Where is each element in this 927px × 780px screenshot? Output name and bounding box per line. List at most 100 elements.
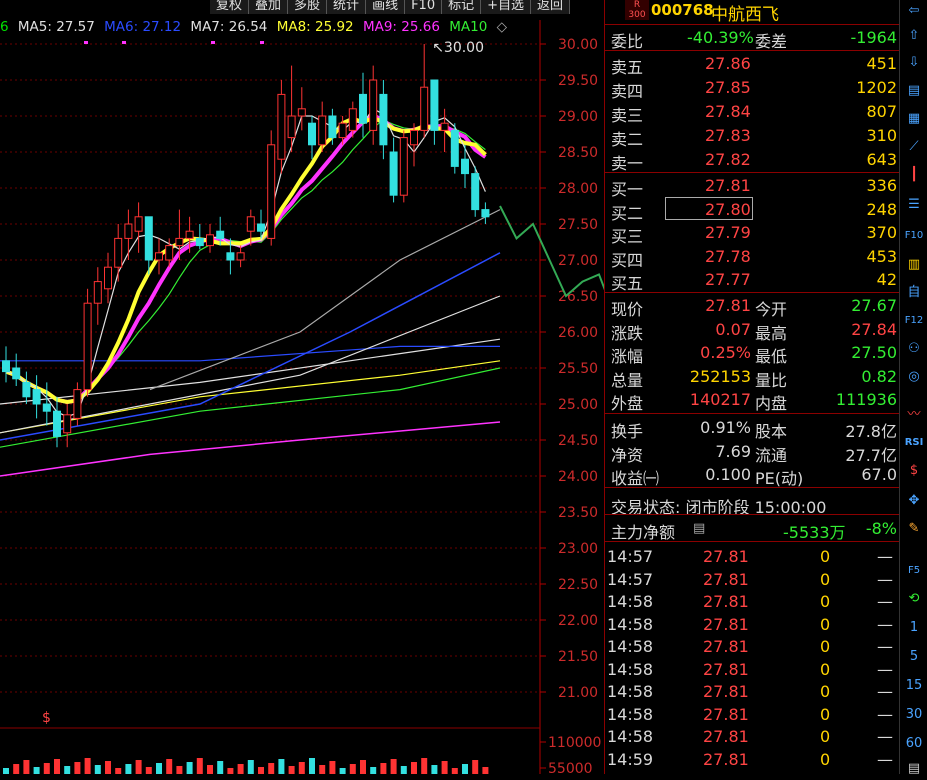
overlay-button[interactable]: 叠加 [249,0,289,14]
candle-body [144,216,153,261]
volume-bar [237,764,244,774]
news-icon[interactable]: ▥ [903,254,925,276]
period-30[interactable]: 30 [900,707,927,722]
tick-volume: 0 [820,727,831,746]
statistics-button[interactable]: 统计 [327,0,367,14]
volume-bar [431,765,438,774]
candle-body [32,389,41,405]
candle-body [206,234,214,247]
tick-time: 14:58 [607,614,654,634]
diamond-icon[interactable]: ◇ [497,19,507,35]
stat-label: 股本 [755,422,788,441]
volume-bar [390,759,397,774]
candle-body [195,237,204,247]
add-watchlist-button[interactable]: +自选 [481,0,532,14]
wave-icon[interactable]: ⚇ [903,338,925,360]
draw-line-button[interactable]: 画线 [366,0,406,14]
tick-direction: — [877,682,893,701]
candle-body [236,252,245,261]
tick-direction: — [877,749,893,769]
list-icon[interactable]: ▤ [693,521,705,536]
tick-time: 14:57 [607,569,654,589]
buy-level-label: 买二 [611,203,644,223]
volume-bar [339,768,346,774]
tick-price: 27.81 [703,682,749,701]
tick-price: 27.81 [703,637,749,656]
tick-price: 27.81 [703,704,749,724]
list-icon[interactable]: ☰ [903,194,925,216]
candle-body [389,151,398,196]
arrow-up-icon[interactable]: ⇧ [903,25,925,47]
tick-time: 14:58 [607,704,654,724]
move-icon[interactable]: ✥ [903,490,925,512]
ma-30 [149,209,501,391]
sell-price: 27.82 [705,150,751,169]
pencil-icon[interactable]: ✎ [903,518,925,540]
ma8-label: MA8: 25.92 [276,19,354,35]
buy-volume: 453 [866,246,897,266]
grid-icon[interactable]: ▦ [903,108,925,130]
back-button[interactable]: 返回 [531,0,571,14]
tick-time: 14:59 [607,749,654,769]
refresh-icon[interactable]: ⟲ [903,588,925,610]
legend-dot [84,41,88,44]
volume-bar [370,767,377,774]
price-tick-label: 30.00 [558,37,598,53]
arrow-down-icon[interactable]: ⇩ [903,52,925,74]
rsi-icon[interactable]: RSI [903,432,925,454]
calendar-icon[interactable]: ▤ [903,758,925,780]
candle-body [226,252,235,261]
period-5[interactable]: 5 [900,649,927,664]
tick-direction: — [877,704,893,724]
ma10-label: MA10 [449,19,488,35]
main-flow-row[interactable]: 主力净额 ▤ -5533万 -8% [605,517,899,542]
volume-bar [400,766,407,774]
legend-dot [260,41,264,44]
tick-direction: — [877,592,893,611]
stat-label: 内盘 [755,394,788,413]
stat-row: 净资 7.69 流通 27.7亿 [605,440,899,465]
circle-icon[interactable]: ◎ [903,366,925,388]
period-1[interactable]: 1 [900,620,927,635]
f12-icon[interactable]: F12 [903,310,925,332]
candle-body [134,216,143,232]
buy-price: 27.81 [705,176,751,195]
price-tick-label: 29.50 [558,73,598,89]
mark-button[interactable]: 标记 [442,0,482,14]
volume-bar [349,764,356,774]
candle-icon[interactable]: ┃ [903,164,925,186]
self-select-icon[interactable]: 自 [903,282,925,304]
arrow-left-icon[interactable]: ⇦ [903,0,925,22]
f5-icon[interactable]: F5 [903,560,925,582]
fuquan-button[interactable]: 复权 [210,0,250,14]
sell-level-label: 卖四 [611,82,644,101]
buy-level-label: 买三 [611,227,644,246]
period-60[interactable]: 60 [900,736,927,751]
volume-bar [288,766,295,774]
f10-icon[interactable]: F10 [903,225,925,247]
tick-direction: — [877,569,893,589]
price-tick-label: 29.00 [558,109,598,125]
volume-bar [329,761,336,774]
period-15[interactable]: 15 [900,678,927,693]
dollar-icon[interactable]: $ [903,460,925,482]
stock-name: 中航西飞 [711,5,779,25]
candle-body [114,237,123,268]
candle-body [308,122,316,146]
f10-button[interactable]: F10 [405,0,443,14]
volume-bar [166,759,173,774]
sell-price: 27.83 [705,126,751,145]
buy-row: 买二 27.80 248 [605,198,899,223]
volume-bar [94,765,101,774]
multi-stock-button[interactable]: 多股 [288,0,328,14]
indicator-icon[interactable]: 〰 [903,404,925,426]
tick-volume: 0 [820,749,831,769]
buy-row: 买五 27.77 42 [605,268,899,293]
report-icon[interactable]: ▤ [903,80,925,102]
volume-bar [54,759,60,774]
tick-time: 14:58 [607,682,654,701]
line-chart-icon[interactable]: ⟋ [903,136,925,158]
main-flow-pct: -8% [865,519,897,538]
stat-value: 27.81 [705,296,751,315]
kline-chart[interactable]: 30.0029.5029.0028.5028.0027.5027.0026.50… [0,0,604,774]
